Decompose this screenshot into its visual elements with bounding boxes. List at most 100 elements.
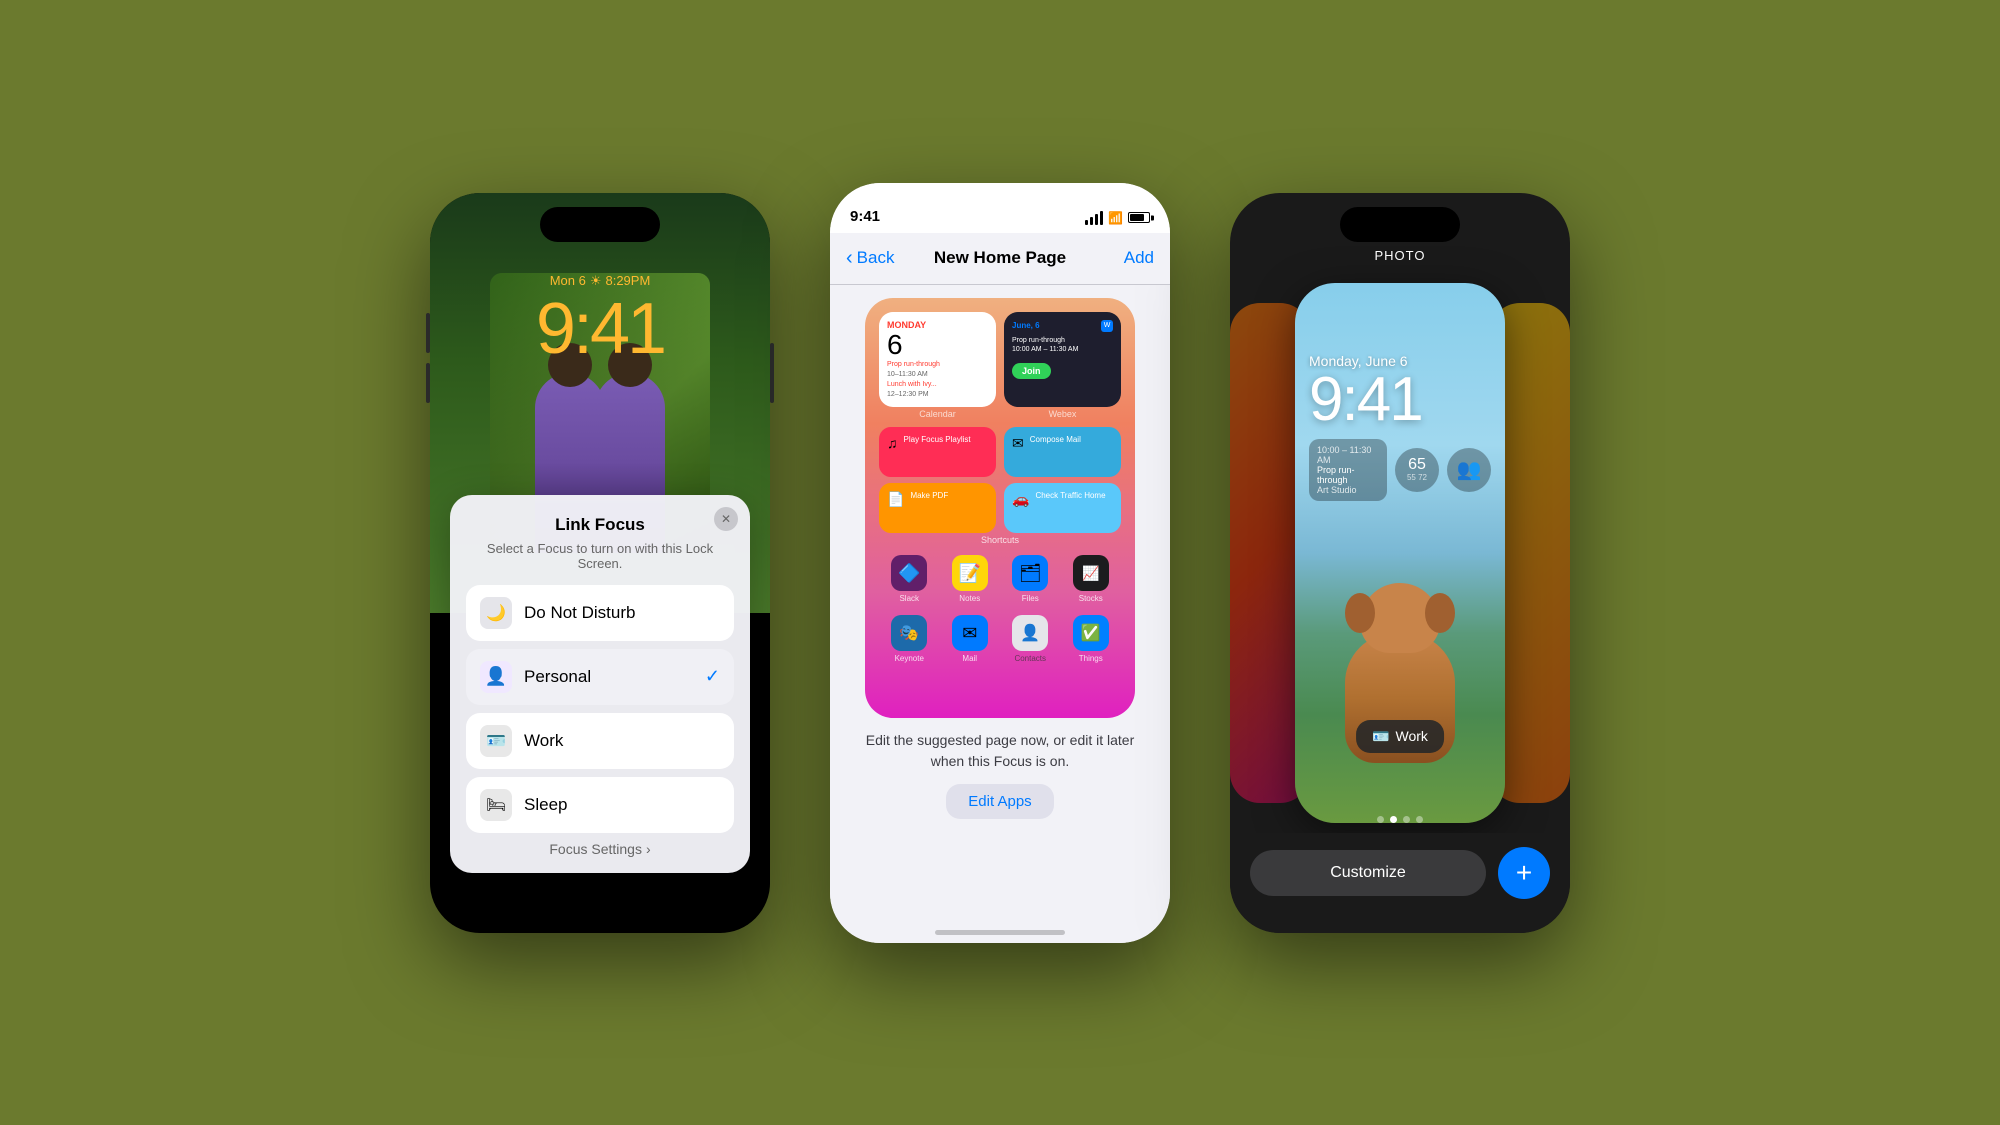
dot-3 [1403, 816, 1410, 823]
work-badge: 🪪 Work [1356, 720, 1444, 753]
app-files[interactable]: 🗂 Files [1012, 555, 1048, 603]
wifi-icon: 📶 [1108, 211, 1123, 225]
focus-settings-text: Focus Settings [549, 841, 642, 857]
shortcuts-row-2: 📄 Make PDF 🚗 Check Traffic Home [879, 483, 1121, 533]
shortcut-mail-label: Compose Mail [1030, 435, 1081, 445]
webex-event-title: Prop run-through10:00 AM – 11:30 AM [1012, 336, 1113, 356]
signal-bars [1085, 211, 1103, 225]
ls-event-widget: 10:00 – 11:30 AM Prop run-through Art St… [1309, 439, 1387, 501]
personal-label: Personal [524, 667, 693, 687]
dynamic-island-3 [1340, 207, 1460, 242]
ls-temp-value: 65 [1408, 457, 1426, 473]
work-icon: 🪪 [480, 725, 512, 757]
shortcuts-row-1: ♫ Play Focus Playlist ✉ Compose Mail [879, 427, 1121, 477]
ls-event-time: 10:00 – 11:30 AM [1317, 445, 1379, 465]
add-wallpaper-button[interactable]: + [1498, 847, 1550, 899]
link-focus-modal: ✕ Link Focus Select a Focus to turn on w… [450, 495, 750, 873]
webex-join-button[interactable]: Join [1012, 363, 1051, 379]
contacts-label: Contacts [1014, 654, 1046, 663]
phone2-status-time: 9:41 [850, 208, 880, 225]
focus-option-work[interactable]: 🪪 Work [466, 713, 734, 769]
webex-widget: June, 6 W Prop run-through10:00 AM – 11:… [1004, 312, 1121, 408]
contacts-icon: 👤 [1012, 615, 1048, 651]
phone-3: PHOTO Monday, June 6 9:41 10:00 – 11: [1230, 193, 1570, 933]
lock-date: Mon 6 ☀ 8:29PM [430, 273, 770, 289]
dot-1 [1377, 816, 1384, 823]
cal-time-1: 10–11:30 AM [887, 370, 988, 380]
work-badge-text: Work [1396, 728, 1428, 744]
mail-label: Mail [962, 654, 977, 663]
app-stocks[interactable]: 📈 Stocks [1073, 555, 1109, 603]
shortcut-mail-btn[interactable]: ✉ Compose Mail [1004, 427, 1121, 477]
shortcut-pdf-btn[interactable]: 📄 Make PDF [879, 483, 996, 533]
files-icon: 🗂 [1012, 555, 1048, 591]
app-things[interactable]: ✅ Things [1073, 615, 1109, 663]
focus-settings-link[interactable]: Focus Settings › [466, 841, 734, 857]
edit-apps-button[interactable]: Edit Apps [946, 784, 1053, 819]
chevron-left-icon: ‹ [846, 247, 853, 270]
cal-time-2: 12–12:30 PM [887, 390, 988, 400]
keynote-icon: 🎭 [891, 615, 927, 651]
lock-time: 9:41 [430, 293, 770, 365]
cal-event-1: Prop run-through [887, 360, 988, 370]
phone3-bottom-bar: Customize + [1230, 833, 1570, 933]
shortcut-music-btn[interactable]: ♫ Play Focus Playlist [879, 427, 996, 477]
wallpaper-main[interactable]: Monday, June 6 9:41 10:00 – 11:30 AM Pro… [1295, 283, 1505, 823]
chevron-right-icon: › [646, 841, 651, 857]
ls-widgets: 10:00 – 11:30 AM Prop run-through Art St… [1309, 439, 1491, 501]
stocks-icon: 📈 [1073, 555, 1109, 591]
modal-close-button[interactable]: ✕ [714, 507, 738, 531]
app-contacts[interactable]: 👤 Contacts [1012, 615, 1048, 663]
widget-row-1: MONDAY 6 Prop run-through 10–11:30 AM Lu… [879, 312, 1121, 420]
shortcut-traffic-btn[interactable]: 🚗 Check Traffic Home [1004, 483, 1121, 533]
traffic-icon: 🚗 [1012, 491, 1029, 508]
app-notes[interactable]: 📝 Notes [952, 555, 988, 603]
things-label: Things [1079, 654, 1103, 663]
phone2-description: Edit the suggested page now, or edit it … [846, 730, 1154, 772]
power-button[interactable] [770, 343, 774, 403]
apps-row-2: 🎭 Keynote ✉ Mail 👤 Contacts ✅ [879, 615, 1121, 663]
app-slack[interactable]: 🔷 Slack [891, 555, 927, 603]
lock-date-text: Mon 6 [550, 273, 586, 288]
sun-icon: ☀ [590, 273, 602, 289]
ls-time-hour: 9 [1309, 365, 1341, 434]
do-not-disturb-icon: 🌙 [480, 597, 512, 629]
app-mail[interactable]: ✉ Mail [952, 615, 988, 663]
webex-header: June, 6 W [1012, 320, 1113, 332]
phone3-header-label: PHOTO [1230, 248, 1570, 263]
nav-back-button[interactable]: ‹ Back [846, 247, 894, 270]
close-icon: ✕ [721, 512, 731, 526]
mail-icon: ✉ [952, 615, 988, 651]
cal-day: MONDAY [887, 320, 988, 330]
dog-ear-right [1425, 593, 1455, 633]
focus-option-sleep[interactable]: 🛏 Sleep [466, 777, 734, 833]
music-icon: ♫ [887, 435, 898, 451]
focus-option-personal[interactable]: 👤 Personal ✓ [466, 649, 734, 705]
home-indicator-2 [935, 930, 1065, 935]
phone-2-screen: 9:41 📶 ‹ Ba [830, 183, 1170, 943]
personal-icon: 👤 [480, 661, 512, 693]
ls-time-colon: : [1341, 365, 1356, 434]
calendar-label: Calendar [879, 409, 996, 419]
modal-subtitle: Select a Focus to turn on with this Lock… [466, 541, 734, 571]
dot-2 [1390, 816, 1397, 823]
ls-event-name: Prop run-through [1317, 465, 1379, 485]
calendar-widget: MONDAY 6 Prop run-through 10–11:30 AM Lu… [879, 312, 996, 408]
app-keynote[interactable]: 🎭 Keynote [891, 615, 927, 663]
focus-option-do-not-disturb[interactable]: 🌙 Do Not Disturb [466, 585, 734, 641]
signal-bar-3 [1095, 214, 1098, 225]
shortcut-traffic-label: Check Traffic Home [1035, 491, 1105, 501]
dog-head [1360, 583, 1440, 653]
customize-button[interactable]: Customize [1250, 850, 1486, 896]
personal-check-icon: ✓ [705, 666, 720, 687]
slack-label: Slack [899, 594, 919, 603]
phones-container: Mon 6 ☀ 8:29PM 9:41 ✕ Link Focus Select … [0, 0, 2000, 1125]
phone-1: Mon 6 ☀ 8:29PM 9:41 ✕ Link Focus Select … [430, 193, 770, 933]
battery-fill [1130, 214, 1144, 221]
signal-bar-1 [1085, 220, 1088, 225]
signal-bar-4 [1100, 211, 1103, 225]
stocks-label: Stocks [1079, 594, 1103, 603]
dots-indicator [1377, 816, 1423, 823]
nav-add-button[interactable]: Add [1124, 248, 1154, 268]
phone-1-screen: Mon 6 ☀ 8:29PM 9:41 ✕ Link Focus Select … [430, 193, 770, 933]
